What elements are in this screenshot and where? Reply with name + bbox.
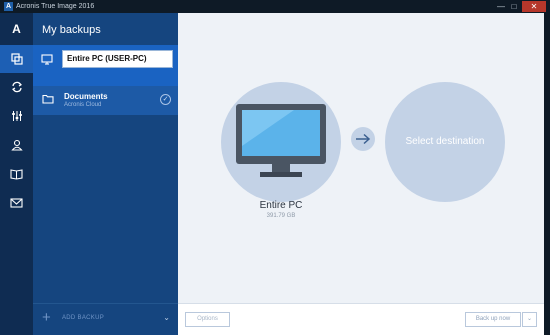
window-title: Acronis True Image 2016 bbox=[16, 3, 95, 10]
computer-icon bbox=[41, 54, 53, 65]
source-label: Entire PC bbox=[259, 200, 303, 211]
add-backup-bar: + ADD BACKUP ⌄ bbox=[33, 303, 178, 335]
source-size: 391.79 GB bbox=[266, 213, 296, 219]
backup-options-dropdown[interactable]: ⌄ bbox=[522, 312, 537, 327]
maximize-button[interactable]: □ bbox=[508, 1, 520, 12]
backup-item-documents[interactable]: Documents Acronis Cloud ✓ bbox=[33, 86, 178, 115]
acronis-logo-icon[interactable]: A bbox=[0, 15, 33, 43]
backup-item-label: Documents bbox=[64, 92, 108, 101]
arrow-right-icon bbox=[356, 133, 371, 145]
chevron-down-icon[interactable]: ⌄ bbox=[163, 313, 170, 322]
status-check-icon: ✓ bbox=[160, 94, 171, 105]
tools-icon bbox=[11, 111, 22, 121]
backup-item-entire-pc[interactable]: Entire PC (USER-PC) bbox=[33, 45, 178, 86]
mail-icon bbox=[10, 198, 23, 208]
nav-tools[interactable] bbox=[0, 102, 33, 130]
nav-account[interactable] bbox=[0, 131, 33, 159]
minimize-button[interactable]: — bbox=[495, 1, 507, 12]
logo-letter: A bbox=[12, 22, 21, 36]
add-plus-icon[interactable]: + bbox=[42, 310, 51, 325]
backup-main-area: Entire PC 391.79 GB Select destination O… bbox=[178, 13, 544, 335]
add-backup-button[interactable]: ADD BACKUP bbox=[62, 315, 104, 321]
backup-name-input[interactable]: Entire PC (USER-PC) bbox=[62, 50, 173, 68]
monitor-icon bbox=[236, 104, 326, 177]
backups-panel: My backups Entire PC (USER-PC) Documents… bbox=[33, 13, 178, 335]
close-button[interactable]: ✕ bbox=[522, 1, 546, 12]
backup-item-destination: Acronis Cloud bbox=[64, 102, 102, 108]
options-button[interactable]: Options bbox=[185, 312, 230, 327]
sync-icon bbox=[11, 81, 22, 93]
destination-placeholder: Select destination bbox=[405, 136, 485, 147]
nav-help[interactable] bbox=[0, 160, 33, 188]
window-frame bbox=[544, 13, 550, 335]
title-bar: A Acronis True Image 2016 — □ ✕ bbox=[0, 0, 550, 13]
nav-backup[interactable] bbox=[0, 45, 33, 73]
nav-rail: A bbox=[0, 13, 33, 335]
nav-mail[interactable] bbox=[0, 189, 33, 217]
backup-source-selector[interactable] bbox=[221, 82, 341, 202]
panel-heading: My backups bbox=[42, 24, 101, 36]
destination-selector[interactable]: Select destination bbox=[385, 82, 505, 202]
nav-sync[interactable] bbox=[0, 73, 33, 101]
app-logo-icon: A bbox=[4, 2, 13, 11]
backup-copies-icon bbox=[10, 53, 23, 65]
account-icon bbox=[10, 139, 23, 151]
help-book-icon bbox=[10, 169, 23, 180]
flow-arrow bbox=[351, 127, 375, 151]
back-up-now-button[interactable]: Back up now bbox=[465, 312, 521, 327]
folder-icon bbox=[42, 94, 54, 104]
action-bar: Options Back up now ⌄ bbox=[178, 303, 544, 335]
